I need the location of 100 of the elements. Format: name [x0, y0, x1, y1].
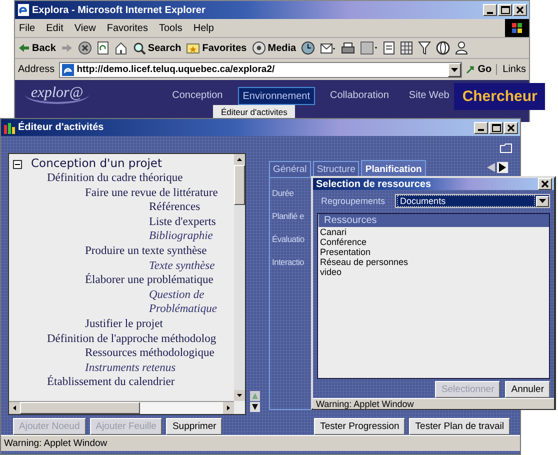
minimize-icon — [487, 12, 493, 14]
tree-item[interactable]: Justifier le projet — [85, 316, 163, 332]
tree-item[interactable]: Instruments retenus — [85, 360, 176, 376]
field-label: Durée — [272, 188, 294, 198]
move-up-icon[interactable] — [250, 391, 260, 402]
nav-link[interactable]: Conception — [167, 87, 228, 105]
tab[interactable]: Planification — [361, 160, 426, 178]
test-button[interactable]: Tester Progression — [314, 418, 406, 436]
grid-icon[interactable] — [400, 41, 414, 55]
favorites-button[interactable]: Favorites — [186, 42, 247, 54]
maximize-button[interactable] — [489, 122, 503, 134]
scroll-down-icon[interactable] — [234, 390, 245, 402]
menu-item[interactable]: Edit — [46, 22, 64, 34]
search-icon — [132, 42, 146, 54]
browser-logo-icon — [18, 4, 29, 16]
media-button[interactable]: Media — [252, 41, 296, 55]
menu-item[interactable]: View — [74, 22, 96, 34]
scroll-left-icon[interactable] — [9, 402, 20, 414]
windows-logo-icon — [505, 19, 529, 37]
menu-item[interactable]: Favorites — [106, 22, 148, 34]
scrollbar-thumb[interactable] — [20, 402, 140, 414]
dialog-button[interactable]: Annuler — [505, 381, 550, 398]
back-arrow-icon — [18, 43, 30, 53]
tree-item[interactable]: Définition du cadre théorique — [47, 171, 183, 186]
folder-icon[interactable] — [500, 143, 512, 154]
test-button[interactable]: Tester Plan de travail — [409, 418, 510, 436]
tab[interactable]: Structure — [312, 161, 360, 178]
menu-item[interactable]: Tools — [158, 22, 182, 34]
dialog-title: Selection de ressources — [316, 178, 432, 190]
maximize-button[interactable] — [498, 4, 512, 16]
tree-item[interactable]: Question de Problématique — [149, 288, 234, 317]
menu-item[interactable]: Help — [193, 22, 214, 34]
list-item[interactable]: Canari — [320, 227, 549, 237]
funnel-icon[interactable] — [418, 41, 432, 55]
grouping-label: Regroupements — [321, 196, 386, 206]
tree-item[interactable]: Bibliographie — [149, 229, 213, 244]
person-icon[interactable] — [455, 41, 468, 55]
window-title: Éditeur d'activités — [18, 122, 104, 134]
grouping-select[interactable]: Documents — [395, 194, 550, 208]
nav-link[interactable]: Environnement — [238, 87, 315, 105]
horizontal-scrollbar[interactable] — [9, 401, 234, 414]
search-button[interactable]: Search — [132, 42, 182, 54]
tree-item[interactable]: Conception d'un projet — [31, 156, 162, 172]
tree-item[interactable]: Produire un texte synthèse — [85, 244, 207, 259]
close-button[interactable] — [513, 4, 527, 16]
app-icon — [4, 122, 15, 134]
go-arrow-icon — [466, 64, 476, 74]
nav-link[interactable]: Collaboration — [324, 87, 394, 105]
nav-link[interactable]: Site Web — [404, 87, 454, 105]
role-badge: Chercheur — [454, 82, 546, 110]
scroll-right-icon[interactable] — [223, 402, 234, 414]
close-icon — [516, 6, 524, 14]
tree-item[interactable]: Texte synthèse — [149, 258, 215, 274]
minimize-icon — [478, 129, 484, 132]
mail-icon[interactable] — [320, 41, 336, 55]
home-icon[interactable] — [114, 41, 128, 55]
vertical-scrollbar[interactable] — [234, 154, 245, 402]
tree-action-button[interactable]: Supprimer — [166, 418, 222, 436]
address-field[interactable]: http://demo.licef.teluq.uquebec.ca/explora2/ — [58, 62, 462, 78]
tree-item[interactable]: Définition de l'approche méthodolog — [47, 332, 216, 346]
back-button[interactable]: Back — [18, 42, 56, 54]
tree-item[interactable]: Établissement du calendrier — [47, 375, 175, 390]
close-icon — [507, 124, 515, 132]
page-icon — [62, 64, 74, 76]
status-bar: Warning: Applet Window — [313, 398, 554, 409]
close-button[interactable] — [538, 178, 552, 190]
list-item[interactable]: Conférence — [320, 237, 549, 247]
dropdown-arrow-icon[interactable] — [450, 68, 458, 72]
refresh-icon[interactable] — [96, 41, 109, 55]
scroll-up-icon[interactable] — [234, 154, 245, 166]
tree-item[interactable]: Élaborer une problématique — [85, 273, 214, 288]
tab[interactable]: Général — [269, 161, 311, 178]
address-label: Address — [18, 64, 55, 75]
page-icon[interactable] — [383, 41, 396, 55]
list-item[interactable]: Presentation — [320, 247, 549, 257]
tree-item[interactable]: Références — [149, 200, 200, 215]
dropdown-item[interactable]: Éditeur d'activites — [221, 107, 288, 117]
list-item[interactable]: Réseau de personnes — [320, 257, 549, 267]
links-button[interactable]: Links — [496, 64, 526, 75]
globe-icon[interactable] — [436, 41, 450, 55]
go-button[interactable]: Go — [466, 64, 492, 75]
minimize-button[interactable] — [483, 4, 497, 16]
stop-icon[interactable] — [78, 41, 92, 55]
close-button[interactable] — [504, 122, 518, 134]
dropdown-arrow-icon — [539, 199, 546, 203]
scrollbar-thumb[interactable] — [234, 165, 245, 206]
tree-item[interactable]: Ressources méthodologique — [85, 346, 214, 361]
maximize-icon — [500, 6, 510, 14]
tree-item[interactable]: Faire une revue de littérature — [85, 186, 218, 200]
collapse-icon[interactable] — [13, 160, 22, 170]
tree-item[interactable]: Liste d'experts — [149, 214, 216, 230]
menu-item[interactable]: File — [19, 22, 36, 34]
move-down-icon[interactable] — [250, 402, 260, 412]
site-logo[interactable]: explor@ — [25, 84, 90, 104]
close-icon — [541, 180, 549, 188]
list-item[interactable]: video — [320, 267, 549, 277]
tab-scroll-arrows-icon[interactable] — [486, 162, 508, 174]
minimize-button[interactable] — [474, 122, 488, 134]
printer-icon[interactable] — [341, 42, 356, 54]
maximize-icon — [492, 124, 500, 132]
